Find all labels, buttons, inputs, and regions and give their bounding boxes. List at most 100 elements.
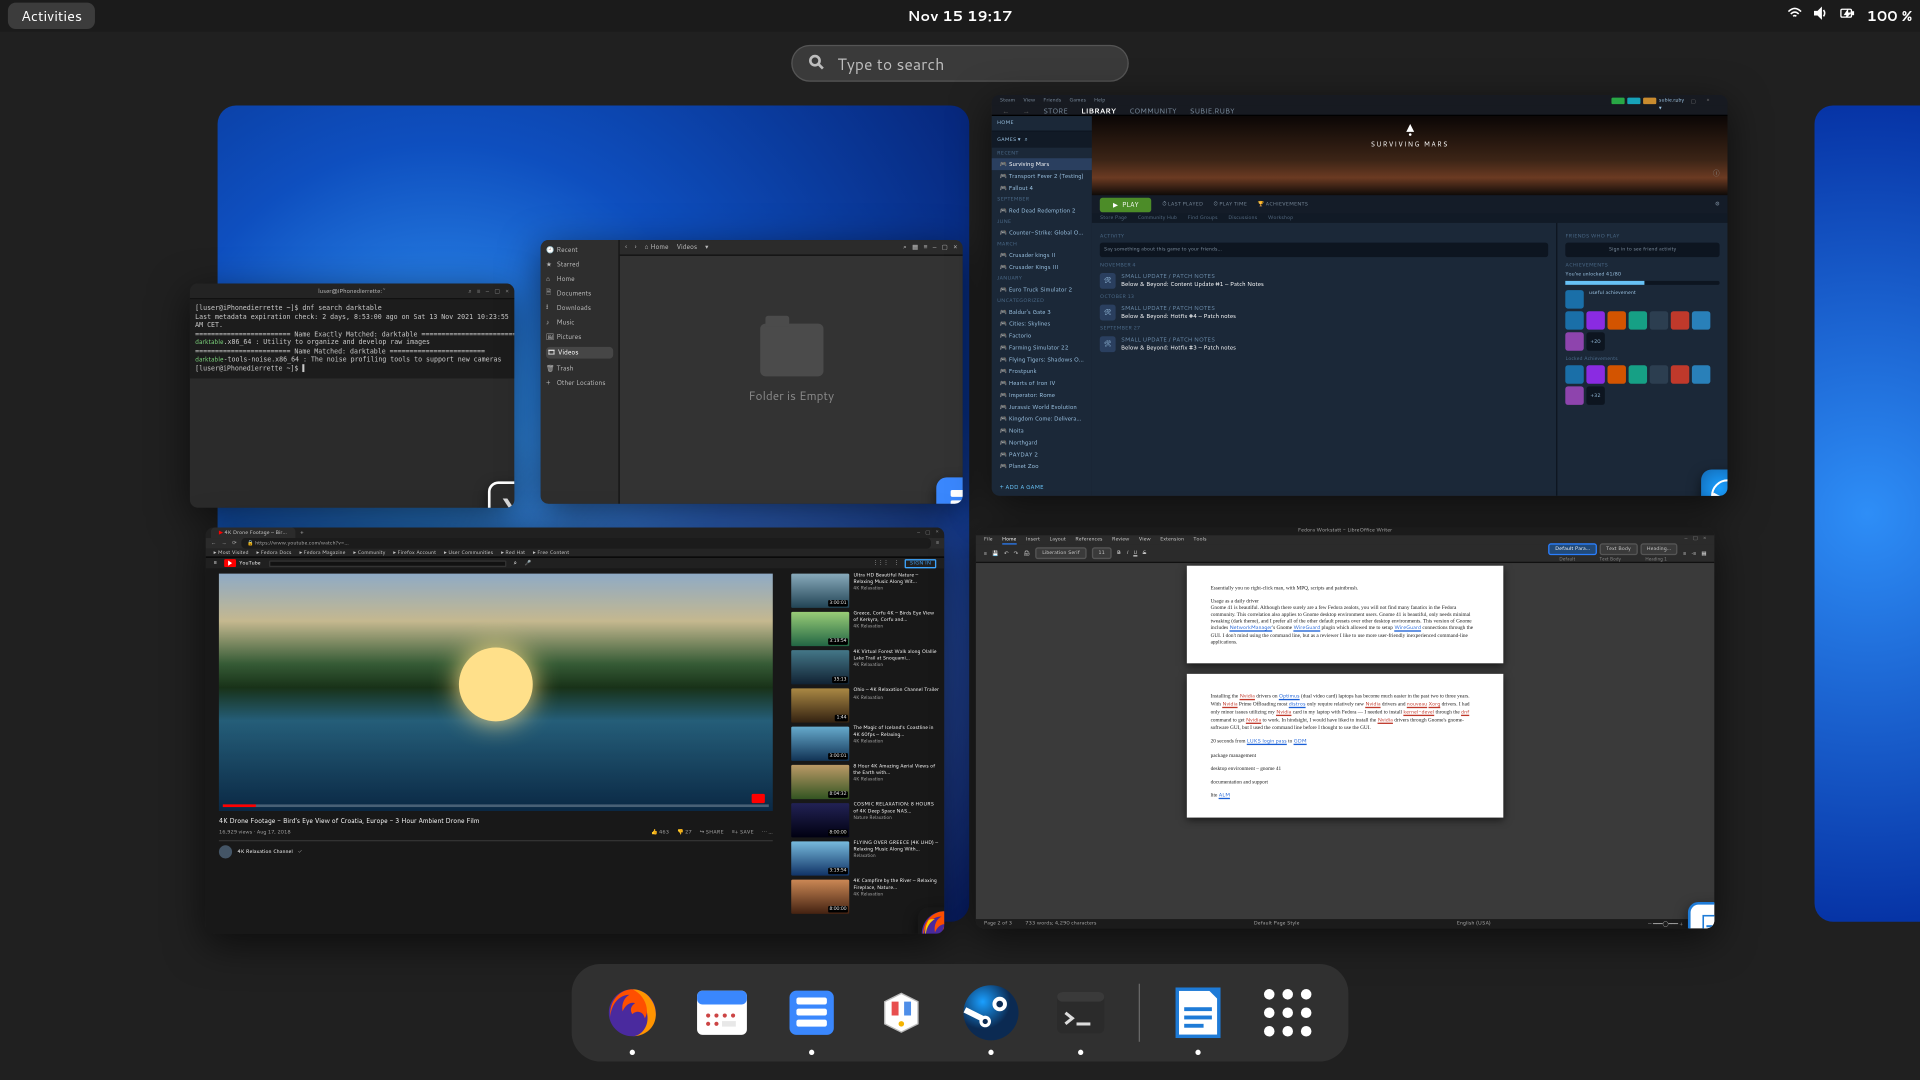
video-action[interactable]: ⋯ … [762,828,773,836]
steam-game-row[interactable]: 🎮 Imperator: Rome [992,389,1092,401]
maximize-icon[interactable]: ▢ [1693,535,1698,543]
dash-firefox[interactable] [601,981,664,1044]
next-workspace-peek[interactable] [1815,105,1920,921]
steam-game-row[interactable]: 🎮 Crusader Kings III [992,261,1092,273]
underline-icon[interactable]: U [1133,550,1137,557]
achievement-icon[interactable] [1607,311,1625,329]
steam-game-row[interactable]: 🎮 Northgard [992,436,1092,448]
video-action[interactable]: 👎 27 [677,828,692,836]
view-icon[interactable]: ▦ [912,243,918,252]
style-default[interactable]: Default Para… [1548,543,1596,555]
add-game-button[interactable]: + ADD A GAME [992,480,1092,496]
friends-sign-in[interactable]: Sign in to see friend activity [1565,243,1719,258]
steam-game-row[interactable]: 🎮 Kingdom Come: Deliverance [992,413,1092,425]
window-writer[interactable]: Fedora Workstatt - LibreOffice Writer ‒ … [976,527,1714,928]
achievement-icon[interactable] [1565,386,1583,404]
maximize-icon[interactable]: ▢ [925,529,930,537]
steam-menu-label[interactable]: Steam [1000,97,1016,104]
back-icon[interactable]: ‹ [625,243,627,252]
minimize-icon[interactable]: ‒ [917,529,920,537]
dash-steam[interactable] [959,981,1022,1044]
channel-avatar[interactable] [219,845,232,858]
close-icon[interactable]: × [1703,535,1706,543]
browser-tab[interactable]: ▶ 4K Drone Footage – Bir… [211,527,295,538]
progress-bar[interactable] [223,804,769,807]
achievement-icon[interactable] [1565,290,1583,308]
bookmark-item[interactable]: ▸ User Communities [444,549,493,557]
style-textbody[interactable]: Text Body [1599,543,1637,555]
steam-game-row[interactable]: 🎮 Baldur's Gate 3 [992,306,1092,318]
redo-icon[interactable]: ↷ [1014,549,1018,557]
recommendation[interactable]: 1:44 Ohio – 4K Relaxation Channel Traile… [791,688,939,722]
sign-in-button[interactable]: SIGN IN [904,558,936,567]
video-action[interactable]: 👍 463 [651,828,669,836]
recommendation[interactable]: 8:04:32 8 Hour 4K Amazing Aerial Views o… [791,765,939,799]
files-sidebar-item[interactable]: ⌂Home [546,274,613,283]
steam-sidebar[interactable]: HOME GAMES ▾ ⌕RECENT🎮 Surviving Mars🎮 Tr… [992,116,1092,496]
recommendation[interactable]: 3:00:01 The Magic of Iceland's Coastline… [791,727,939,761]
search-icon[interactable]: ⌕ [903,243,907,252]
status-style[interactable]: Default Page Style [1254,920,1300,927]
writer-menu-item[interactable]: File [984,537,993,544]
gear-icon[interactable]: ⚙ [1715,200,1720,208]
crumb-chevron-icon[interactable]: ▾ [705,243,708,252]
close-icon[interactable]: × [936,529,939,537]
font-size[interactable]: 11 [1092,547,1112,559]
dash-writer[interactable] [1166,981,1229,1044]
files-sidebar-item[interactable]: ♪Music [546,318,613,327]
style-heading1[interactable]: Heading… [1640,543,1678,555]
recommendation[interactable]: 8:00:00 4K Campfire by the River – Relax… [791,880,939,914]
files-sidebar-item[interactable]: +Other Locations [546,378,613,387]
nav-store[interactable]: STORE [1043,105,1068,116]
steam-game-row[interactable]: 🎮 Fallout 4 [992,182,1092,194]
writer-menu-item[interactable]: Tools [1193,537,1206,544]
menu-icon[interactable]: ≡ [936,539,939,547]
achievement-icon[interactable] [1629,365,1647,383]
files-sidebar-item[interactable]: ⭳Downloads [546,303,613,312]
activities-button[interactable]: Activities [8,3,95,29]
writer-menu-item[interactable]: Review [1112,537,1130,544]
achievement-icon[interactable] [1565,365,1583,383]
clock[interactable]: Nov 15 19:17 [907,5,1012,26]
search-icon[interactable]: ⌕ [514,560,517,567]
recommendation[interactable]: 3:19:54 Greece, Corfu 4K – Birds Eye Vie… [791,612,939,646]
overview-search[interactable]: Type to search [791,45,1129,82]
mic-icon[interactable]: 🎤 [525,559,532,567]
bookmark-item[interactable]: ▸ Firefox Account [393,549,436,557]
files-sidebar-item[interactable]: 🎞Videos [546,347,613,359]
maximize-icon[interactable]: ▢ [494,287,500,295]
writer-menu-item[interactable]: Layout [1049,537,1066,544]
apps-icon[interactable]: ⋮⋮⋮ [873,558,889,567]
bookmark-item[interactable]: ▸ Free Content [533,549,569,557]
steam-game-row[interactable]: 🎮 Hearts of Iron IV [992,377,1092,389]
steam-game-row[interactable]: 🎮 Cities: Skylines [992,318,1092,330]
dash-calendar[interactable] [690,981,753,1044]
bold-icon[interactable]: B [1117,550,1121,557]
maximize-icon[interactable]: ▢ [1691,97,1704,104]
steam-game-row[interactable]: 🎮 Factorio [992,330,1092,342]
bookmark-item[interactable]: ▸ Fedora Docs [256,549,291,557]
info-icon[interactable]: ⓘ [1713,169,1720,178]
achievement-icon[interactable] [1586,311,1604,329]
recommendation[interactable]: 3:00:01 Ultra HD Beautiful Nature – Rela… [791,574,939,608]
bookmark-item[interactable]: ▸ Most Visited [214,549,249,557]
back-icon[interactable]: ← [211,539,216,547]
nav-profile[interactable]: SUBIE.RUBY [1190,105,1235,116]
steam-game-row[interactable]: 🎮 Noita [992,425,1092,437]
close-icon[interactable]: × [1706,97,1719,104]
play-button[interactable]: ▶PLAY [1100,197,1152,212]
writer-menu-item[interactable]: Insert [1026,537,1040,544]
steam-game-row[interactable]: 🎮 Flying Tigers: Shadows Over Ch… [992,353,1092,365]
news-item[interactable]: 🛠 SMALL UPDATE / PATCH NOTESBelow & Beyo… [1100,273,1548,289]
files-sidebar-item[interactable]: 🕘Recent [546,245,613,254]
bookmark-item[interactable]: ▸ Fedora Magazine [299,549,345,557]
minimize-icon[interactable]: ‒ [1685,535,1688,543]
current-crumb[interactable]: Videos [676,243,697,252]
palette-icon[interactable]: ▦ [1701,549,1706,557]
video-player[interactable] [219,574,773,811]
activity-prompt[interactable]: Say something about this game to your fr… [1100,243,1548,258]
writer-menu-item[interactable]: Home [1002,536,1017,544]
achievement-icon[interactable] [1671,311,1689,329]
list-bullet-icon[interactable]: •≡ [1691,549,1696,557]
italic-icon[interactable]: I [1126,550,1128,557]
